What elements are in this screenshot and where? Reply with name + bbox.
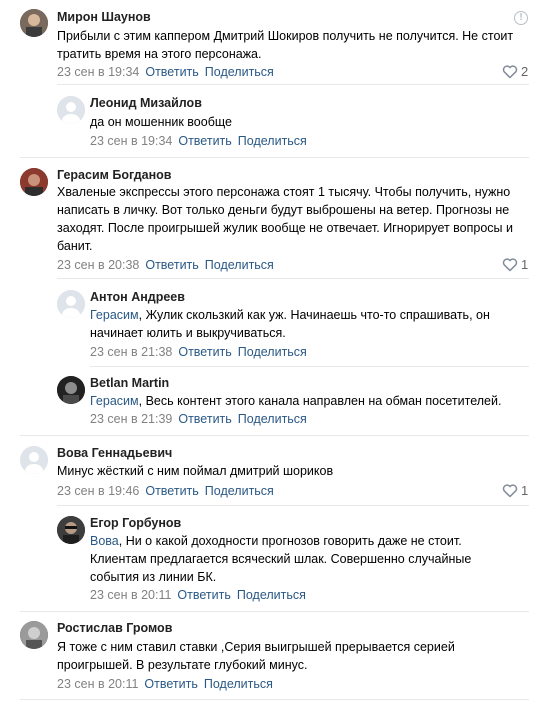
reply-link[interactable]: Ответить xyxy=(178,134,231,148)
comment-meta: 23 сен в 19:34 Ответить Поделиться xyxy=(90,134,307,148)
comment-author[interactable]: Мирон Шаунов xyxy=(57,10,151,24)
comment-time[interactable]: 23 сен в 20:11 xyxy=(90,588,171,602)
comment-author[interactable]: Вова Геннадьевич xyxy=(57,446,172,460)
avatar[interactable] xyxy=(57,516,85,544)
like-count: 2 xyxy=(521,64,529,79)
reply-link[interactable]: Ответить xyxy=(145,484,198,498)
share-link[interactable]: Поделиться xyxy=(205,484,274,498)
comment-body: , Ни о какой доходности прогнозов говори… xyxy=(90,534,472,584)
comment-author[interactable]: Леонид Мизайлов xyxy=(90,96,202,110)
comment-body: , Жулик скользкий как уж. Начинаешь что-… xyxy=(90,308,490,340)
comment-meta: 23 сен в 20:11 Ответить Поделиться xyxy=(57,677,273,691)
comment-time[interactable]: 23 сен в 21:39 xyxy=(90,412,172,426)
like-count: 1 xyxy=(521,483,529,498)
comment-meta: 23 сен в 21:38 Ответить Поделиться xyxy=(90,345,307,359)
mention-link[interactable]: Герасим xyxy=(90,308,139,322)
comment-text: Прибыли с этим каппером Дмитрий Шокиров … xyxy=(57,29,514,61)
avatar[interactable] xyxy=(57,96,85,124)
comment-author[interactable]: Антон Андреев xyxy=(90,290,185,304)
avatar[interactable] xyxy=(57,376,85,404)
comment-meta: 23 сен в 19:34 Ответить Поделиться xyxy=(57,65,274,79)
avatar[interactable] xyxy=(20,9,48,37)
comment-author[interactable]: Герасим Богданов xyxy=(57,168,171,182)
divider xyxy=(20,611,529,612)
comment-body: , Весь контент этого канала направлен на… xyxy=(138,394,502,408)
divider xyxy=(20,435,529,436)
comment-meta: 23 сен в 21:39 Ответить Поделиться xyxy=(90,412,307,426)
comment-meta: 23 сен в 20:38 Ответить Поделиться xyxy=(57,258,274,272)
mention-link[interactable]: Вова xyxy=(90,534,119,548)
report-icon[interactable]: ! xyxy=(514,11,528,25)
avatar[interactable] xyxy=(20,621,48,649)
like-button[interactable]: 1 xyxy=(502,257,528,272)
comment-text: Герасим, Весь контент этого канала напра… xyxy=(90,392,530,410)
reply-link[interactable]: Ответить xyxy=(178,345,231,359)
comment-text: да он мошенник вообще xyxy=(90,115,232,129)
avatar[interactable] xyxy=(57,290,85,318)
comment-author[interactable]: Ростислав Громов xyxy=(57,621,172,635)
comment-text: Хваленые экспрессы этого персонажа стоят… xyxy=(57,185,513,253)
share-link[interactable]: Поделиться xyxy=(238,412,307,426)
heart-icon xyxy=(502,258,518,272)
reply-link[interactable]: Ответить xyxy=(178,412,231,426)
share-link[interactable]: Поделиться xyxy=(238,134,307,148)
divider xyxy=(57,84,529,85)
comment-time[interactable]: 23 сен в 19:34 xyxy=(90,134,172,148)
divider xyxy=(20,157,529,158)
share-link[interactable]: Поделиться xyxy=(238,345,307,359)
divider xyxy=(57,278,529,279)
reply-link[interactable]: Ответить xyxy=(145,65,198,79)
reply-link[interactable]: Ответить xyxy=(177,588,230,602)
like-button[interactable]: 1 xyxy=(502,483,528,498)
comment-text: Герасим, Жулик скользкий как уж. Начинае… xyxy=(90,306,520,342)
comment-time[interactable]: 23 сен в 19:34 xyxy=(57,65,139,79)
comment-time[interactable]: 23 сен в 21:38 xyxy=(90,345,172,359)
divider xyxy=(20,699,529,700)
comment-time[interactable]: 23 сен в 20:38 xyxy=(57,258,139,272)
divider xyxy=(90,366,529,367)
share-link[interactable]: Поделиться xyxy=(237,588,306,602)
share-link[interactable]: Поделиться xyxy=(205,65,274,79)
comment-meta: 23 сен в 19:46 Ответить Поделиться xyxy=(57,484,274,498)
avatar[interactable] xyxy=(20,446,48,474)
heart-icon xyxy=(502,65,518,79)
divider xyxy=(57,505,529,506)
comment-text: Я тоже с ним ставил ставки ,Серия выигры… xyxy=(57,640,455,672)
avatar[interactable] xyxy=(20,168,48,196)
comment-time[interactable]: 23 сен в 19:46 xyxy=(57,484,139,498)
comment-text: Минус жёсткий с ним поймал дмитрий шорик… xyxy=(57,464,334,478)
comment-time[interactable]: 23 сен в 20:11 xyxy=(57,677,138,691)
mention-link[interactable]: Герасим xyxy=(90,394,139,408)
heart-icon xyxy=(502,484,518,498)
comment-author[interactable]: Betlan Martin xyxy=(90,376,169,390)
like-count: 1 xyxy=(521,257,529,272)
like-button[interactable]: 2 xyxy=(502,64,528,79)
share-link[interactable]: Поделиться xyxy=(205,258,274,272)
reply-link[interactable]: Ответить xyxy=(145,258,198,272)
comment-meta: 23 сен в 20:11 Ответить Поделиться xyxy=(90,588,306,602)
reply-link[interactable]: Ответить xyxy=(144,677,197,691)
comment-author[interactable]: Егор Горбунов xyxy=(90,516,181,530)
share-link[interactable]: Поделиться xyxy=(204,677,273,691)
comment-text: Вова, Ни о какой доходности прогнозов го… xyxy=(90,532,520,586)
